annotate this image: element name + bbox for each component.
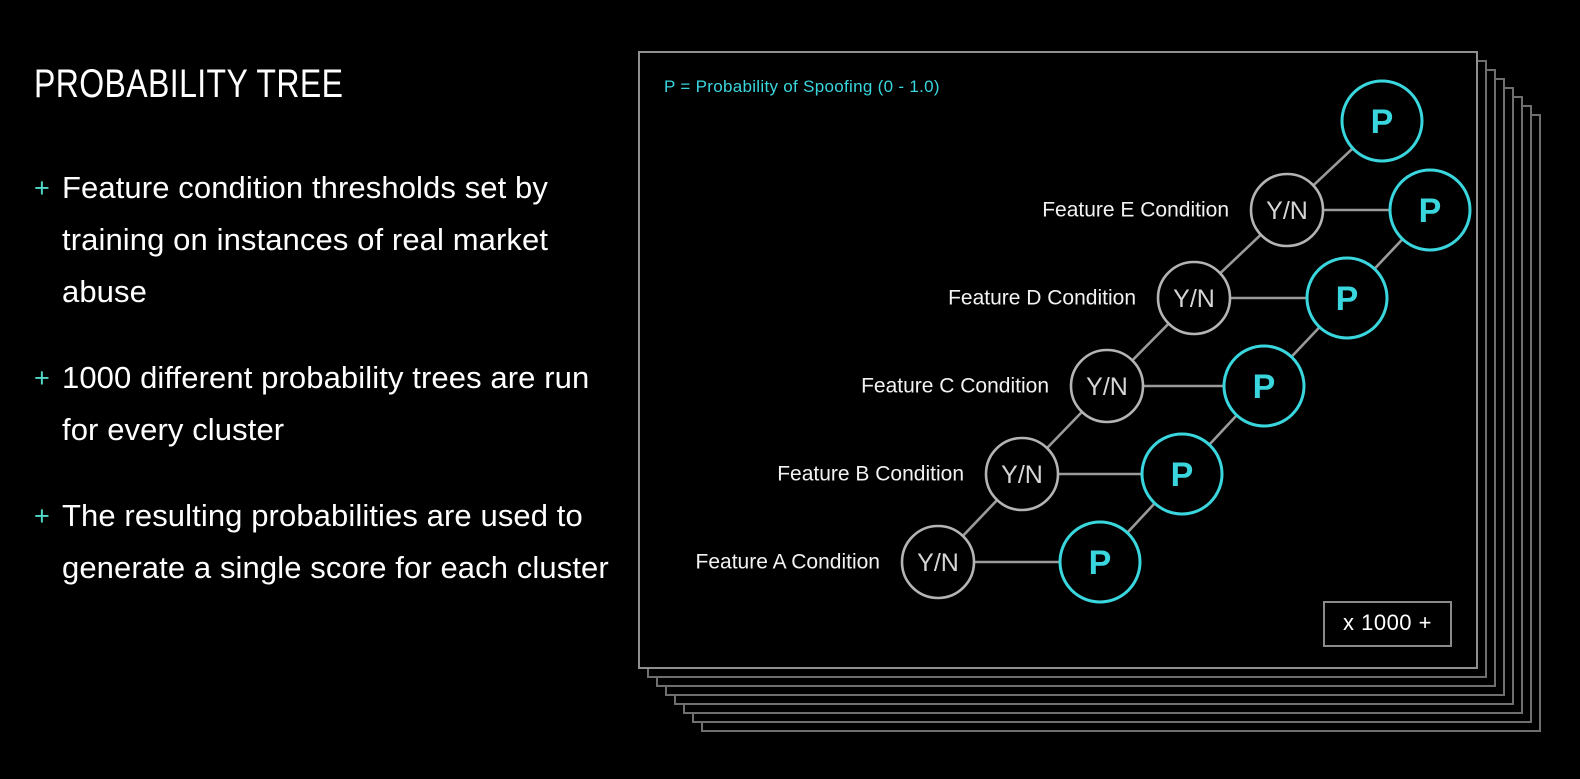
- edge-condition-to-condition: [1046, 410, 1083, 450]
- probability-tree-card: P = Probability of Spoofing (0 - 1.0) Fe…: [638, 51, 1478, 669]
- probability-node: P: [1222, 344, 1306, 428]
- bullet-text: 1000 different probability trees are run…: [62, 360, 590, 447]
- feature-label: Feature E Condition: [1042, 199, 1229, 222]
- edge-probability-to-probability: [1208, 414, 1238, 446]
- bullet-list: + Feature condition thresholds set by tr…: [34, 162, 614, 594]
- condition-node-label: Y/N: [1001, 461, 1043, 489]
- list-item: + The resulting probabilities are used t…: [34, 490, 614, 594]
- node-group: Y/N Y/N Y/N Y/N Y/N P P P P P P: [900, 79, 1472, 604]
- probability-node-label: P: [1336, 280, 1359, 318]
- probability-node-label: P: [1371, 103, 1394, 141]
- card-stack: P = Probability of Spoofing (0 - 1.0) Fe…: [638, 51, 1541, 732]
- edge-condition-to-condition: [1219, 233, 1262, 275]
- condition-node: Y/N: [984, 436, 1060, 512]
- edge-condition-to-condition: [961, 499, 999, 537]
- probability-node-label: P: [1419, 192, 1442, 230]
- probability-node: P: [1388, 168, 1472, 252]
- edge-condition-to-top-probability: [1312, 147, 1354, 187]
- feature-label: Feature B Condition: [777, 463, 964, 486]
- plus-icon: +: [34, 363, 50, 393]
- condition-node-label: Y/N: [917, 549, 959, 577]
- list-item: + 1000 different probability trees are r…: [34, 352, 614, 456]
- edge-condition-to-condition: [1131, 322, 1170, 362]
- probability-node: P: [1305, 256, 1389, 340]
- probability-node: P: [1340, 79, 1424, 163]
- probability-node-label: P: [1171, 456, 1194, 494]
- count-badge: x 1000 +: [1322, 601, 1452, 647]
- probability-node: P: [1140, 432, 1224, 516]
- page-title: PROBABILITY TREE: [34, 62, 344, 106]
- condition-node: Y/N: [1249, 172, 1325, 248]
- probability-node-label: P: [1253, 368, 1276, 406]
- plus-icon: +: [34, 173, 50, 203]
- condition-node: Y/N: [900, 524, 976, 600]
- feature-label: Feature D Condition: [948, 287, 1136, 310]
- probability-tree-diagram: Feature A Condition Feature B Condition Fe…: [696, 79, 1472, 604]
- condition-node-label: Y/N: [1266, 197, 1308, 225]
- list-item: + Feature condition thresholds set by tr…: [34, 162, 614, 318]
- condition-node: Y/N: [1156, 260, 1232, 336]
- condition-node-label: Y/N: [1173, 285, 1215, 313]
- condition-node-label: Y/N: [1086, 373, 1128, 401]
- probability-node: P: [1058, 520, 1142, 604]
- condition-node: Y/N: [1069, 348, 1145, 424]
- slide-root: PROBABILITY TREE + Feature condition thr…: [0, 0, 1580, 779]
- bullet-text: The resulting probabilities are used to …: [62, 498, 609, 585]
- edge-probability-to-probability: [1290, 326, 1321, 358]
- bullet-text: Feature condition thresholds set by trai…: [62, 170, 549, 309]
- probability-node-label: P: [1089, 544, 1112, 582]
- plus-icon: +: [34, 501, 50, 531]
- feature-label: Feature C Condition: [861, 375, 1049, 398]
- edge-probability-to-probability: [1373, 238, 1404, 270]
- left-content-column: PROBABILITY TREE + Feature condition thr…: [34, 62, 614, 594]
- feature-label: Feature A Condition: [696, 551, 880, 574]
- edge-probability-to-probability: [1126, 502, 1156, 534]
